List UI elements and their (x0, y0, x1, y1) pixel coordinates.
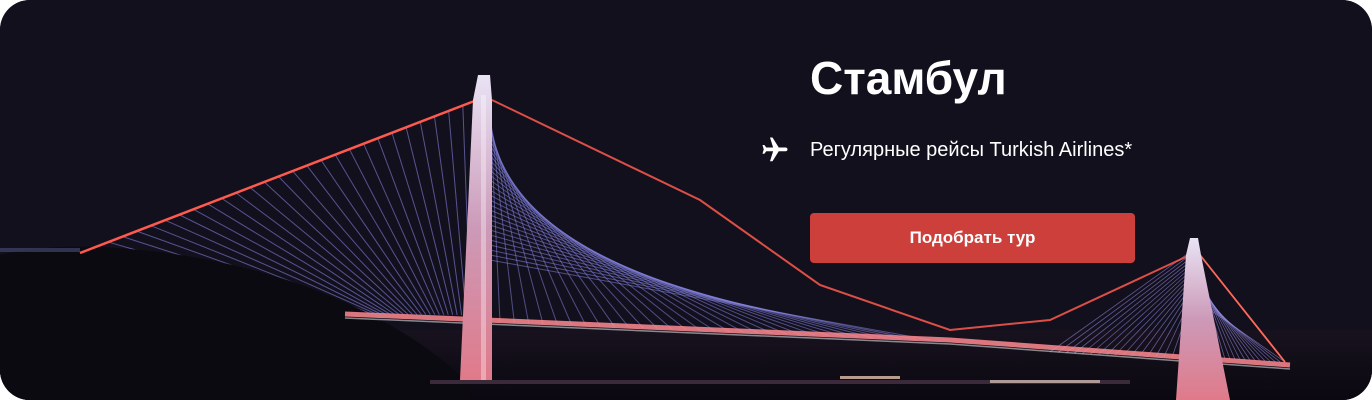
feature-text: Регулярные рейсы Turkish Airlines* (810, 138, 1133, 161)
feature-item: Регулярные рейсы Turkish Airlines* (760, 134, 1132, 166)
airplane-icon (762, 137, 788, 162)
destination-banner[interactable]: Стамбул Регулярные рейсы Turkish Airline… (0, 0, 1372, 400)
bridge-photo (0, 0, 1372, 400)
destination-title: Стамбул (810, 52, 1007, 104)
choose-tour-button[interactable]: Подобрать тур (810, 213, 1135, 263)
